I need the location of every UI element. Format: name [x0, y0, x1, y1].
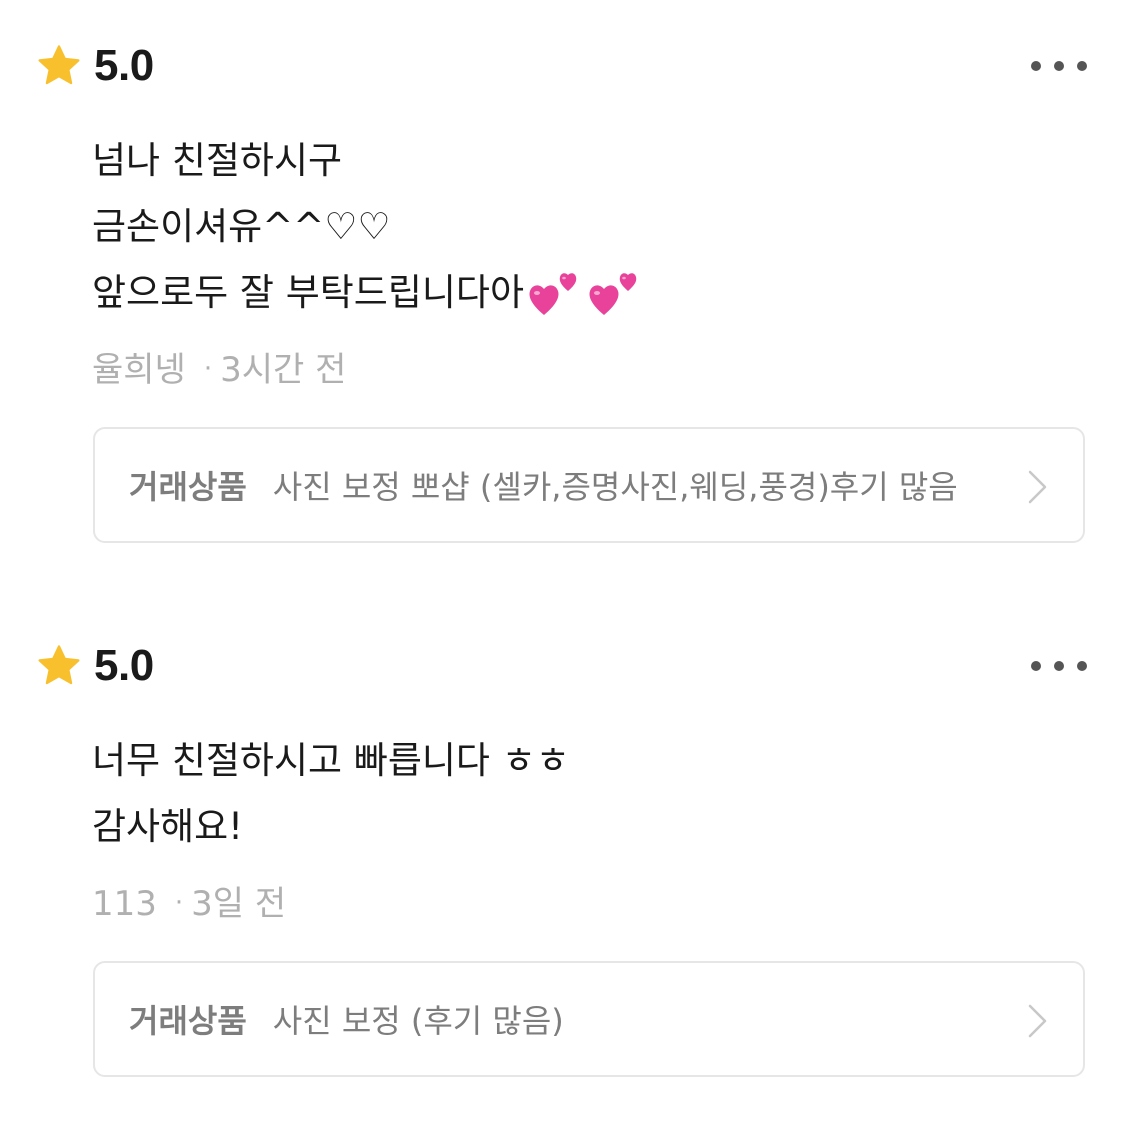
chevron-right-icon	[1028, 470, 1047, 504]
more-horizontal-icon	[1077, 661, 1087, 671]
more-horizontal-icon	[1054, 61, 1064, 71]
more-horizontal-icon	[1054, 661, 1064, 671]
more-horizontal-icon	[1031, 661, 1041, 671]
author-name[interactable]: 113	[92, 884, 157, 924]
author-name[interactable]: 율희넹	[92, 350, 186, 390]
more-horizontal-icon	[1031, 61, 1041, 71]
review-meta: 113 · 3일 전	[92, 876, 286, 925]
product-name: 사진 보정 (후기 많음)	[272, 1002, 564, 1040]
more-options-button[interactable]	[1031, 54, 1087, 78]
star-icon	[38, 45, 80, 85]
rating-row: 5.0	[36, 640, 154, 692]
emoji-group	[526, 267, 646, 319]
meta-separator: ·	[174, 888, 184, 918]
meta-separator: ·	[203, 354, 213, 384]
two-hearts-emoji-icon	[589, 273, 637, 315]
product-name: 사진 보정 뽀샵 (셀카,증명사진,웨딩,풍경)후기 많음	[272, 468, 958, 506]
review-meta: 율희넹 · 3시간 전	[92, 342, 346, 391]
product-label: 거래상품	[129, 1002, 247, 1040]
review-line: 앞으로두 잘 부탁드립니다아	[92, 260, 1052, 326]
review-time: 3일 전	[191, 884, 287, 924]
star-icon	[38, 645, 80, 685]
review-line: 감사해요!	[92, 805, 243, 848]
chevron-right-icon	[1028, 1004, 1047, 1038]
rating-row: 5.0	[36, 40, 154, 92]
review-text: 넘나 친절하시구 금손이셔유^^♡♡ 앞으로두 잘 부탁드립니다아	[92, 128, 1052, 326]
review-time: 3시간 전	[220, 350, 347, 390]
product-label: 거래상품	[129, 468, 247, 506]
more-horizontal-icon	[1077, 61, 1087, 71]
review-text: 너무 친절하시고 빠릅니다 ㅎㅎ 감사해요!	[92, 728, 1052, 860]
traded-product-link[interactable]: 거래상품 사진 보정 뽀샵 (셀카,증명사진,웨딩,풍경)후기 많음	[93, 427, 1085, 543]
review-line: 너무 친절하시고 빠릅니다 ㅎㅎ	[92, 739, 570, 782]
traded-product-link[interactable]: 거래상품 사진 보정 (후기 많음)	[93, 961, 1085, 1077]
two-hearts-emoji-icon	[529, 273, 577, 315]
review-line-text: 앞으로두 잘 부탁드립니다아	[92, 271, 525, 314]
rating-value: 5.0	[94, 641, 154, 690]
review-line: 금손이셔유^^♡♡	[92, 205, 391, 248]
more-options-button[interactable]	[1031, 654, 1087, 678]
review-line: 넘나 친절하시구	[92, 139, 343, 182]
rating-value: 5.0	[94, 41, 154, 90]
